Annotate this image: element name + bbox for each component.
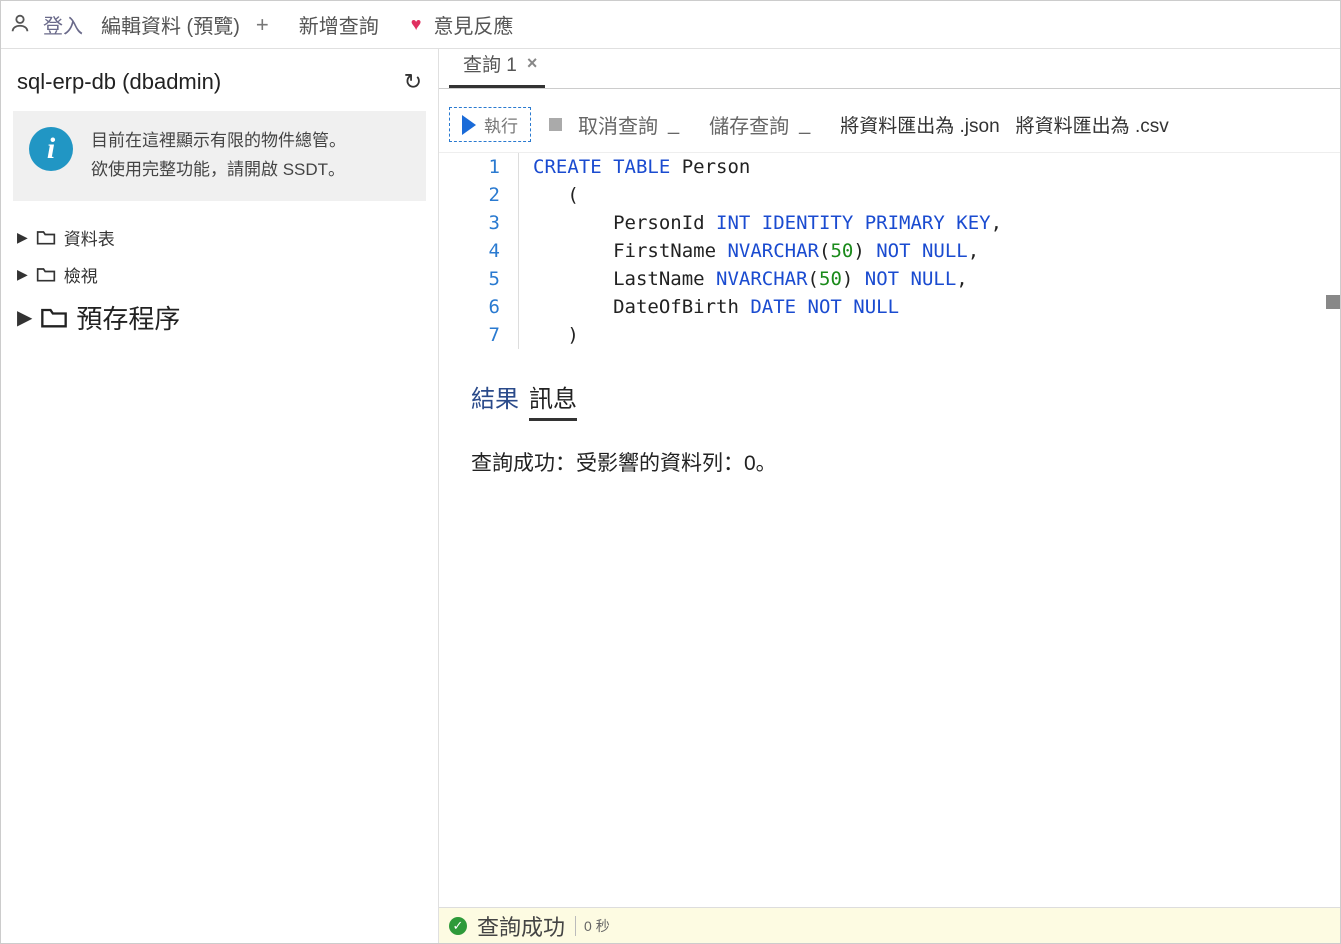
- line-number: 7: [439, 321, 500, 349]
- new-query-link[interactable]: 新增查詢: [293, 6, 385, 43]
- caret-right-icon: ▶: [17, 229, 28, 246]
- play-icon: [462, 115, 476, 135]
- heart-icon: ♥: [411, 14, 422, 35]
- tree-tables-label: 資料表: [64, 225, 115, 250]
- status-time: 0 秒: [575, 916, 610, 936]
- database-name: sql-erp-db (dbadmin): [17, 69, 221, 95]
- folder-icon: [36, 228, 56, 246]
- editor-tab-bar: 查詢 1 ×: [439, 49, 1340, 89]
- export-json-button[interactable]: 將資料匯出為 .json: [834, 109, 1005, 140]
- run-label: 執行: [484, 112, 518, 137]
- line-gutter: 1234567: [439, 153, 519, 349]
- sql-editor[interactable]: 1234567 CREATE TABLE Person ( PersonId I…: [439, 152, 1340, 349]
- info-line-2: 欲使用完整功能，請開啟 SSDT。: [91, 156, 346, 185]
- login-link[interactable]: 登入: [37, 6, 89, 43]
- tree-stored-procs[interactable]: ▶ 預存程序: [13, 293, 426, 342]
- caret-right-icon: ▶: [17, 305, 32, 330]
- results-area: 結果 訊息 查詢成功：受影響的資料列：0。: [439, 349, 1340, 943]
- caret-right-icon: ▶: [17, 266, 28, 283]
- cancel-query-button[interactable]: 取消查詢: [572, 108, 664, 141]
- stop-icon: [549, 118, 562, 131]
- info-banner: i 目前在這裡顯示有限的物件總管。 欲使用完整功能，請開啟 SSDT。: [13, 111, 426, 201]
- tab-query-1[interactable]: 查詢 1 ×: [449, 44, 545, 88]
- line-number: 5: [439, 265, 500, 293]
- info-icon: i: [29, 127, 73, 171]
- tree-views-label: 檢視: [64, 262, 98, 287]
- info-line-1: 目前在這裡顯示有限的物件總管。: [91, 127, 346, 156]
- user-icon: [9, 12, 31, 37]
- code-line[interactable]: ): [533, 321, 1340, 349]
- plus-icon[interactable]: +: [252, 12, 273, 38]
- code-line[interactable]: FirstName NVARCHAR(50) NOT NULL,: [533, 237, 1340, 265]
- status-bar: ✓ 查詢成功 0 秒: [439, 907, 1340, 943]
- feedback-link[interactable]: 意見反應: [427, 6, 519, 43]
- top-toolbar: 登入 編輯資料 (預覽) + 新增查詢 ♥ 意見反應: [1, 1, 1340, 49]
- results-tab[interactable]: 結果: [471, 379, 519, 418]
- tree-views[interactable]: ▶ 檢視: [13, 256, 426, 293]
- code-line[interactable]: LastName NVARCHAR(50) NOT NULL,: [533, 265, 1340, 293]
- line-number: 4: [439, 237, 500, 265]
- scroll-marker[interactable]: [1326, 295, 1340, 309]
- folder-icon: [36, 265, 56, 283]
- object-explorer-sidebar: sql-erp-db (dbadmin) ↻ i 目前在這裡顯示有限的物件總管。…: [1, 49, 439, 943]
- tree-stored-procs-label: 預存程序: [76, 299, 180, 336]
- query-toolbar: 執行 取消查詢 _ 儲存查詢 _ 將資料匯出為 .json 將資料匯出為 .cs…: [439, 89, 1340, 152]
- refresh-icon[interactable]: ↻: [404, 69, 422, 95]
- check-icon: ✓: [449, 917, 467, 935]
- folder-icon: [40, 305, 68, 329]
- line-number: 3: [439, 209, 500, 237]
- save-query-button[interactable]: 儲存查詢: [703, 108, 795, 141]
- status-text: 查詢成功: [477, 910, 565, 942]
- line-number: 6: [439, 293, 500, 321]
- run-button[interactable]: 執行: [449, 107, 531, 142]
- line-number: 2: [439, 181, 500, 209]
- code-line[interactable]: DateOfBirth DATE NOT NULL: [533, 293, 1340, 321]
- code-line[interactable]: (: [533, 181, 1340, 209]
- line-number: 1: [439, 153, 500, 181]
- tab-label: 查詢 1: [463, 50, 517, 77]
- result-message: 查詢成功：受影響的資料列：0。: [471, 447, 1308, 477]
- query-pane: 查詢 1 × 執行 取消查詢 _ 儲存查詢 _ 將資料匯出為 .json 將資料…: [439, 49, 1340, 943]
- code-area[interactable]: CREATE TABLE Person ( PersonId INT IDENT…: [519, 153, 1340, 349]
- messages-tab[interactable]: 訊息: [529, 379, 577, 421]
- code-line[interactable]: CREATE TABLE Person: [533, 153, 1340, 181]
- close-icon[interactable]: ×: [527, 53, 538, 74]
- code-line[interactable]: PersonId INT IDENTITY PRIMARY KEY,: [533, 209, 1340, 237]
- export-csv-button[interactable]: 將資料匯出為 .csv: [1010, 109, 1175, 140]
- edit-data-link[interactable]: 編輯資料 (預覽): [95, 6, 246, 43]
- tree-tables[interactable]: ▶ 資料表: [13, 219, 426, 256]
